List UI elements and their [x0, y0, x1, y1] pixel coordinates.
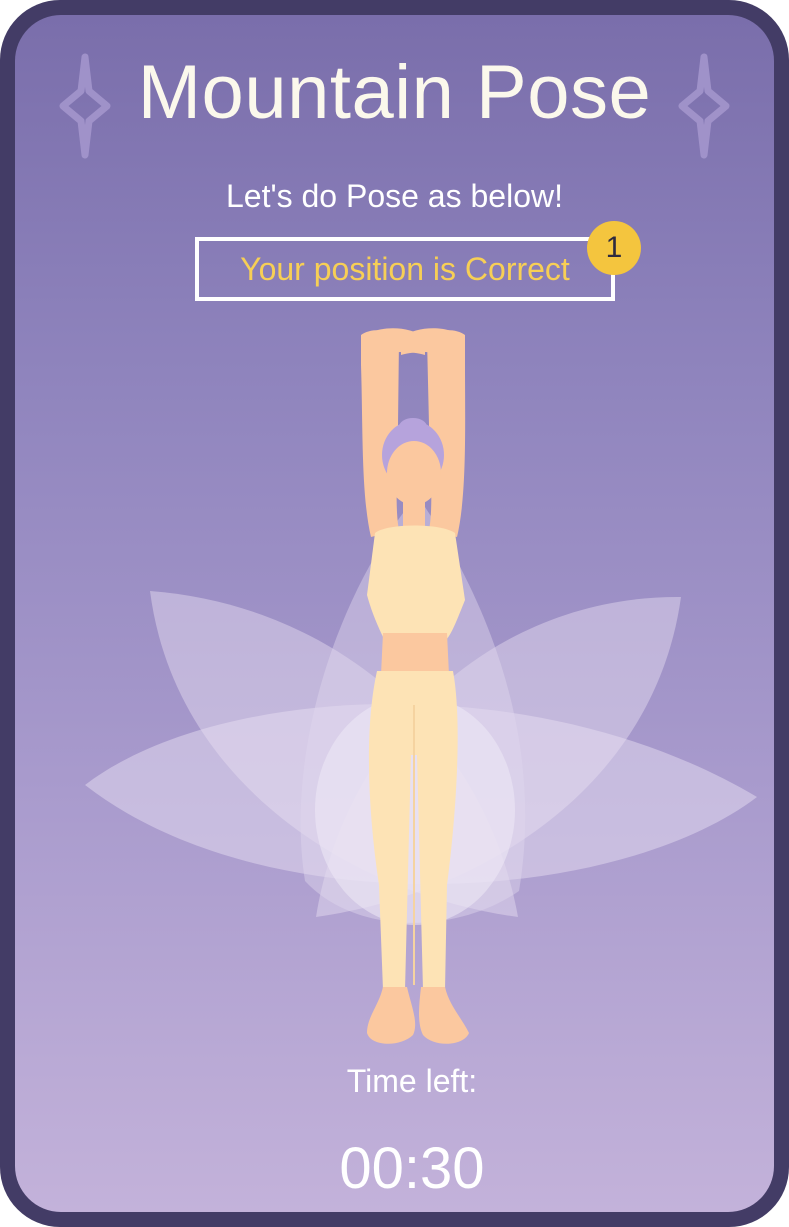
time-left-label: Time left:: [346, 1063, 478, 1099]
page-title: Mountain Pose: [137, 50, 652, 135]
mountain-pose-illustration: [85, 328, 757, 1044]
countdown-timer: 00:30: [339, 1136, 485, 1201]
pose-screen: Mountain Pose Let's do Pose as below! Yo…: [15, 15, 774, 1212]
yoga-figure: [361, 328, 469, 1044]
annotation-badge: 1: [587, 221, 641, 275]
position-status-text: Your position is Correct: [240, 250, 570, 287]
position-status-box: Your position is Correct: [195, 237, 615, 301]
instruction-text: Let's do Pose as below!: [226, 178, 563, 214]
device-frame: Mountain Pose Let's do Pose as below! Yo…: [0, 0, 789, 1227]
